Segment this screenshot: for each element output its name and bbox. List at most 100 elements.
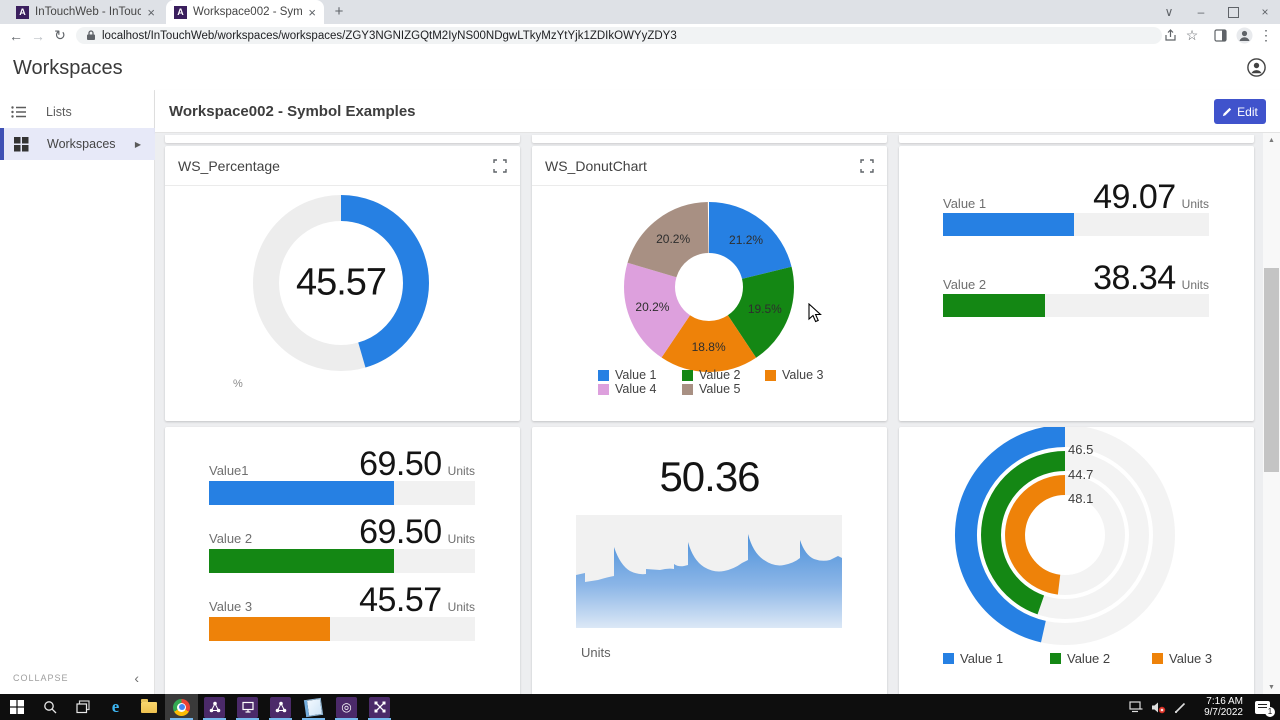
window-maximize-button[interactable]	[1218, 0, 1248, 24]
forward-button[interactable]: →	[28, 26, 48, 45]
back-button[interactable]: ←	[6, 26, 26, 45]
legend-swatch	[1050, 653, 1061, 664]
sidebar-item-workspaces[interactable]: Workspaces ▶	[0, 128, 155, 160]
window-minimize-button[interactable]: –	[1186, 0, 1216, 24]
edit-button[interactable]: Edit	[1214, 99, 1266, 124]
bar-fill	[209, 481, 394, 505]
bar-row: Value 1 49.07 Units	[943, 178, 1209, 217]
bar-label: Value1	[209, 463, 359, 478]
bar-track	[209, 617, 475, 641]
scroll-up-icon[interactable]: ▲	[1263, 133, 1280, 147]
start-button[interactable]	[0, 694, 33, 720]
app-xcross-icon[interactable]	[363, 694, 396, 720]
file-explorer-icon[interactable]	[132, 694, 165, 720]
widget-radial-gauge: 46.544.748.1 Value 1 Value 2 Value 3	[899, 427, 1254, 694]
donut-percent-label: 19.5%	[748, 302, 782, 316]
tab-title: Workspace002 - Symbol Exampl	[193, 6, 302, 18]
browser-tab-2-active[interactable]: A Workspace002 - Symbol Exampl ×	[166, 0, 324, 24]
edit-button-label: Edit	[1237, 105, 1258, 119]
legend-item: Value 2	[682, 368, 740, 382]
legend-item: Value 2	[1050, 651, 1110, 666]
workspace-title: Workspace002 - Symbol Examples	[169, 103, 416, 120]
expand-arrow-icon[interactable]: ▶	[135, 140, 141, 149]
legend-label: Value 2	[1067, 651, 1110, 666]
legend-swatch	[1152, 653, 1163, 664]
app-nodes2-icon[interactable]	[264, 694, 297, 720]
tab-close-icon[interactable]: ×	[147, 6, 155, 19]
taskbar-search-button[interactable]	[33, 694, 66, 720]
notification-badge: 1	[1265, 707, 1275, 717]
legend-item: Value 1	[943, 651, 1003, 666]
bar-track	[943, 294, 1209, 317]
share-icon[interactable]	[1160, 26, 1180, 45]
clock-time: 7:16 AM	[1191, 696, 1243, 707]
volume-muted-icon[interactable]	[1147, 694, 1169, 720]
pen-icon[interactable]	[1169, 694, 1191, 720]
widget-ws-donutchart: WS_DonutChart 21.2%19.5%18.8%20.2%20.2% …	[532, 146, 887, 421]
side-panel-icon[interactable]	[1210, 26, 1230, 45]
bar-row: Value 2 38.34 Units	[943, 259, 1209, 298]
network-icon[interactable]	[1125, 694, 1147, 720]
legend-label: Value 2	[699, 368, 740, 382]
bar-label: Value 3	[209, 599, 359, 614]
workspaces-grid-icon	[14, 137, 29, 152]
bar-label: Value 1	[943, 196, 1093, 211]
bar-fill	[209, 617, 330, 641]
radial-value-label: 44.7	[1068, 467, 1093, 482]
new-tab-button[interactable]: +	[331, 4, 347, 20]
legend-item: Value 3	[1152, 651, 1212, 666]
profile-avatar[interactable]	[1234, 26, 1254, 45]
workspace-subheader: Workspace002 - Symbol Examples Edit	[155, 90, 1280, 133]
sidebar-collapse[interactable]: COLLAPSE ‹	[0, 662, 155, 694]
bar-value: 49.07	[1093, 178, 1176, 217]
bar-unit: Units	[448, 464, 475, 478]
bar-value: 45.57	[359, 581, 442, 620]
legend-swatch	[765, 370, 776, 381]
address-bar[interactable]: localhost/InTouchWeb/workspaces/workspac…	[76, 27, 1162, 44]
bar-label: Value 2	[943, 277, 1093, 292]
tab-favicon: A	[174, 6, 187, 19]
task-view-button[interactable]	[66, 694, 99, 720]
radial-value-label: 46.5	[1068, 442, 1093, 457]
tab-close-icon[interactable]: ×	[308, 6, 316, 19]
browser-menu-kebab-icon[interactable]: ⋮	[1256, 26, 1276, 45]
chrome-icon[interactable]	[165, 694, 198, 720]
account-icon[interactable]	[1247, 58, 1266, 82]
legend-swatch	[598, 370, 609, 381]
internet-explorer-icon[interactable]: e	[99, 694, 132, 720]
scrollbar-thumb[interactable]	[1264, 268, 1279, 472]
gauge-unit: %	[233, 378, 243, 390]
app-nodes-icon[interactable]	[198, 694, 231, 720]
sparkline-value: 50.36	[532, 453, 887, 501]
widget-bars-bottom: Value1 69.50 Units Value 2 69.50 Units V…	[165, 427, 520, 694]
tab-search-chevron-icon[interactable]: ∨	[1154, 0, 1184, 24]
browser-toolbar: ← → ↻ localhost/InTouchWeb/workspaces/wo…	[0, 24, 1280, 48]
reload-button[interactable]: ↻	[50, 26, 70, 45]
notification-center-icon[interactable]: 1	[1255, 701, 1270, 714]
app-monitor-icon[interactable]	[231, 694, 264, 720]
sidebar-item-lists[interactable]: Lists	[0, 96, 155, 128]
widget-bars-top: Value 1 49.07 Units Value 2 38.34 Units	[899, 146, 1254, 421]
legend-label: Value 5	[699, 382, 740, 396]
browser-tab-1[interactable]: A InTouchWeb - InTouch Introducti ×	[8, 0, 163, 24]
legend-item: Value 3	[765, 368, 823, 382]
lock-icon	[86, 30, 96, 41]
app-notepad-icon[interactable]	[297, 694, 330, 720]
legend-item: Value 4	[598, 382, 656, 396]
clock-date: 9/7/2022	[1191, 707, 1243, 718]
window-close-button[interactable]: ×	[1250, 0, 1280, 24]
bookmark-star-icon[interactable]: ☆	[1182, 26, 1202, 45]
taskbar-clock[interactable]: 7:16 AM 9/7/2022	[1191, 696, 1249, 718]
tab-favicon: A	[16, 6, 29, 19]
page-title: Workspaces	[13, 57, 123, 80]
app-swirl-icon[interactable]: ◎	[330, 694, 363, 720]
donut-percent-label: 21.2%	[729, 233, 763, 247]
scroll-down-icon[interactable]: ▼	[1263, 680, 1280, 694]
bar-row: Value 2 69.50 Units	[209, 513, 475, 552]
system-tray: 7:16 AM 9/7/2022 1	[1125, 694, 1280, 720]
page-scrollbar[interactable]: ▲ ▼	[1263, 133, 1280, 694]
donut-percent-label: 20.2%	[635, 300, 669, 314]
sparkline-unit: Units	[581, 645, 611, 660]
legend-item: Value 5	[682, 382, 740, 396]
collapse-label: COLLAPSE	[13, 673, 134, 683]
